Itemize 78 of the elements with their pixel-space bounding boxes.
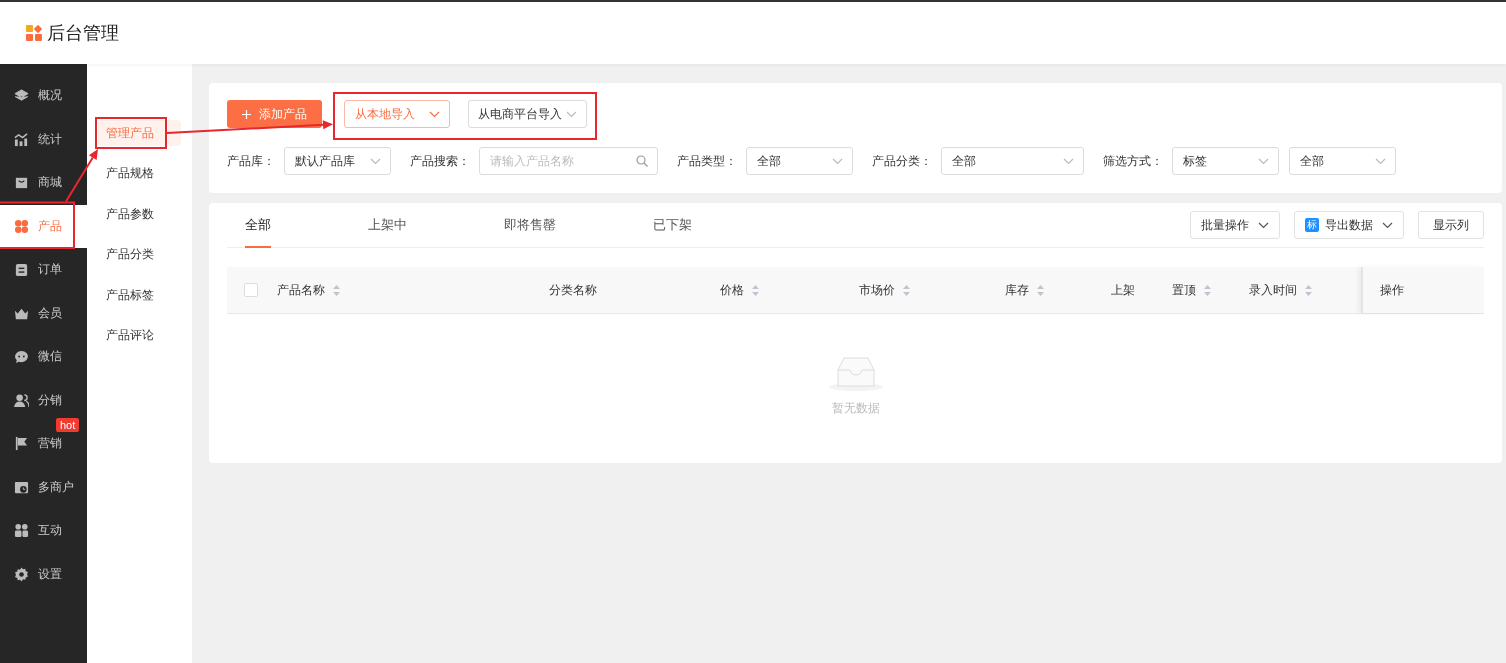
chevron-down-icon xyxy=(1258,157,1269,165)
sort-icon[interactable] xyxy=(1305,284,1312,296)
hot-badge: hot xyxy=(56,418,80,432)
sidebar-item[interactable]: 微信 xyxy=(0,335,87,379)
column-header[interactable]: 产品名称 xyxy=(277,267,340,313)
chevron-down-icon xyxy=(1258,221,1269,229)
tab[interactable]: 已下架 xyxy=(653,203,692,248)
filter-label: 产品搜索： xyxy=(410,152,470,170)
filter-label: 筛选方式： xyxy=(1103,152,1163,170)
column-header: 上架 xyxy=(1111,281,1135,299)
app-title: 后台管理 xyxy=(47,22,119,45)
column-header: 分类名称 xyxy=(549,281,597,299)
tab[interactable]: 全部 xyxy=(245,203,271,248)
filter-label: 产品类型： xyxy=(677,152,737,170)
sort-icon[interactable] xyxy=(1204,284,1211,296)
chat-bubble-icon xyxy=(14,349,29,365)
flag-icon xyxy=(14,436,29,452)
tag-icon: 标 xyxy=(1305,218,1319,232)
filter-label: 产品库： xyxy=(227,152,275,170)
filter-select[interactable]: 标签 xyxy=(1172,147,1279,175)
columns-button[interactable]: 显示列 xyxy=(1418,211,1484,239)
four-petal-icon xyxy=(14,218,29,234)
search-icon xyxy=(636,155,648,167)
sort-icon[interactable] xyxy=(333,284,340,296)
chevron-down-icon xyxy=(1375,157,1386,165)
import-dropdown[interactable]: 从电商平台导入 xyxy=(468,100,587,128)
chevron-down-icon xyxy=(566,110,577,118)
select-all-checkbox[interactable] xyxy=(244,283,258,297)
sidebar-item[interactable]: 概况 xyxy=(0,74,87,118)
chevron-down-icon xyxy=(370,157,381,165)
chart-icon xyxy=(14,131,29,147)
column-header[interactable]: 库存 xyxy=(1005,267,1044,313)
chevron-down-icon xyxy=(832,157,843,165)
submenu-item[interactable]: 产品标签 xyxy=(98,282,181,308)
empty-inbox-icon xyxy=(827,356,884,392)
bag-icon xyxy=(14,175,29,191)
sidebar-item[interactable]: 商城 xyxy=(0,161,87,205)
plus-icon xyxy=(242,109,251,119)
dropdown-button[interactable]: 标 导出数据 xyxy=(1294,211,1404,239)
filter-select[interactable]: 全部 xyxy=(746,147,853,175)
chevron-down-icon xyxy=(429,110,440,118)
submenu-item[interactable]: 产品分类 xyxy=(98,241,181,268)
sidebar-item[interactable]: 统计 xyxy=(0,117,87,161)
sidebar-item[interactable]: 订单 xyxy=(0,248,87,292)
layers-icon xyxy=(14,88,29,104)
tab[interactable]: 即将售罄 xyxy=(504,203,556,248)
chevron-down-icon xyxy=(1382,221,1393,229)
column-header[interactable]: 录入时间 xyxy=(1249,267,1312,313)
sort-icon[interactable] xyxy=(752,284,759,296)
chevron-down-icon xyxy=(1063,157,1074,165)
column-header: 操作 xyxy=(1361,267,1484,313)
submenu-item[interactable]: 产品评论 xyxy=(98,322,181,349)
people-icon xyxy=(14,523,29,539)
filter-select[interactable]: 全部 xyxy=(1289,147,1396,175)
gear-icon xyxy=(14,566,29,582)
sidebar-item[interactable]: 设置 xyxy=(0,552,87,596)
sidebar-item[interactable]: 多商户 xyxy=(0,465,87,509)
dropdown-button[interactable]: 批量操作 xyxy=(1190,211,1280,239)
filter-select[interactable]: 默认产品库 xyxy=(284,147,391,175)
column-header[interactable]: 置顶 xyxy=(1172,267,1211,313)
users-icon xyxy=(14,392,29,408)
search-field[interactable]: 请输入产品名称 xyxy=(479,147,658,175)
annotation-arrow xyxy=(65,149,98,203)
store-icon xyxy=(14,479,29,495)
filter-label: 产品分类： xyxy=(872,152,932,170)
sort-icon[interactable] xyxy=(903,284,910,296)
clipboard-icon xyxy=(14,262,29,278)
submenu-item[interactable]: 产品规格 xyxy=(98,160,181,187)
column-header[interactable]: 市场价 xyxy=(859,267,910,313)
empty-state-text: 暂无数据 xyxy=(831,400,880,417)
submenu-item[interactable]: 产品参数 xyxy=(98,201,181,227)
column-header[interactable]: 价格 xyxy=(720,267,759,313)
sidebar-item[interactable]: 互动 xyxy=(0,509,87,553)
tab[interactable]: 上架中 xyxy=(368,203,407,248)
sidebar-item[interactable]: 会员 xyxy=(0,291,87,335)
logo-icon xyxy=(26,24,43,42)
sort-icon[interactable] xyxy=(1037,284,1044,296)
filter-select[interactable]: 全部 xyxy=(941,147,1084,175)
